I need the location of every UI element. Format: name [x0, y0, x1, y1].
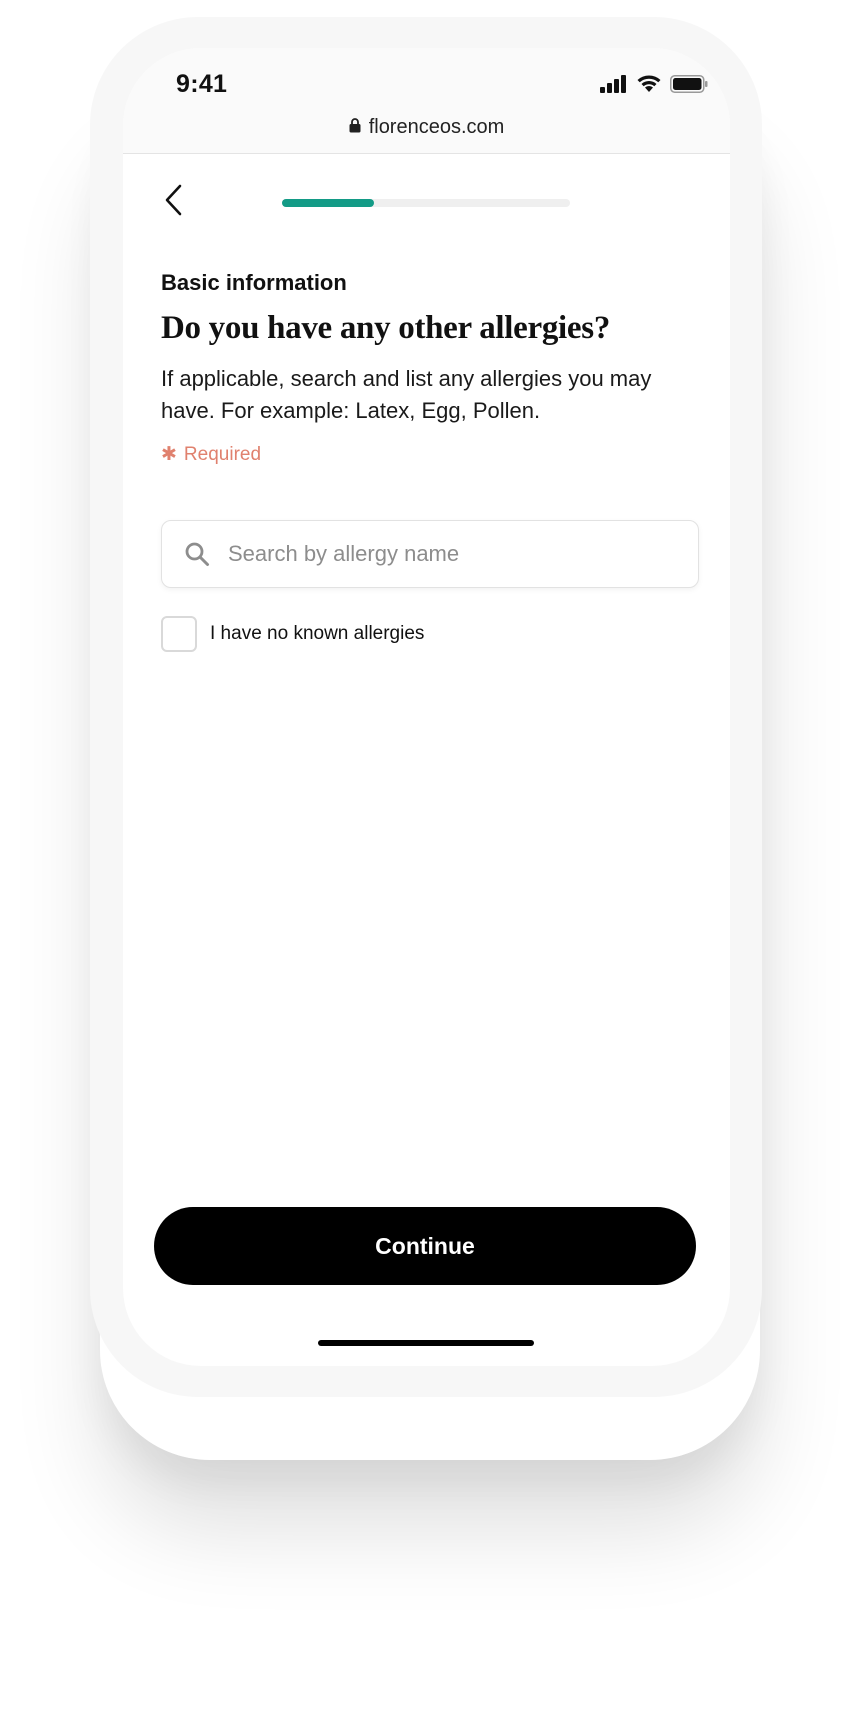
form-content: Basic information Do you have any other … [161, 270, 701, 466]
search-input[interactable] [228, 541, 668, 567]
url-text: florenceos.com [368, 116, 505, 138]
required-indicator: ✱ Required [161, 443, 701, 466]
status-icons [600, 74, 708, 98]
progress-bar [282, 199, 570, 207]
search-icon [182, 539, 212, 569]
continue-button[interactable]: Continue [154, 1207, 696, 1285]
asterisk-icon: ✱ [161, 444, 177, 465]
home-indicator [318, 1340, 534, 1346]
status-time: 9:41 [176, 70, 228, 98]
required-label: Required [183, 443, 262, 465]
phone-screen: 9:41 florenceos.com Basic information Do… [123, 48, 730, 1366]
no-allergies-option[interactable]: I have no known allergies [161, 616, 424, 652]
no-allergies-checkbox[interactable] [161, 616, 197, 652]
signal-icon [600, 74, 628, 98]
no-allergies-label: I have no known allergies [210, 623, 425, 644]
progress-fill [282, 199, 375, 207]
back-button[interactable] [153, 180, 193, 224]
nav-row [123, 178, 730, 228]
page-title: Do you have any other allergies? [161, 310, 611, 346]
address-bar[interactable]: florenceos.com [123, 116, 730, 139]
question-description: If applicable, search and list any aller… [161, 366, 652, 423]
wifi-icon [636, 74, 662, 98]
section-label: Basic information [161, 270, 347, 295]
lock-icon [349, 116, 361, 139]
search-field[interactable] [161, 520, 699, 588]
battery-icon [670, 74, 708, 98]
chevron-left-icon [162, 183, 184, 222]
browser-bar: 9:41 florenceos.com [123, 48, 730, 154]
